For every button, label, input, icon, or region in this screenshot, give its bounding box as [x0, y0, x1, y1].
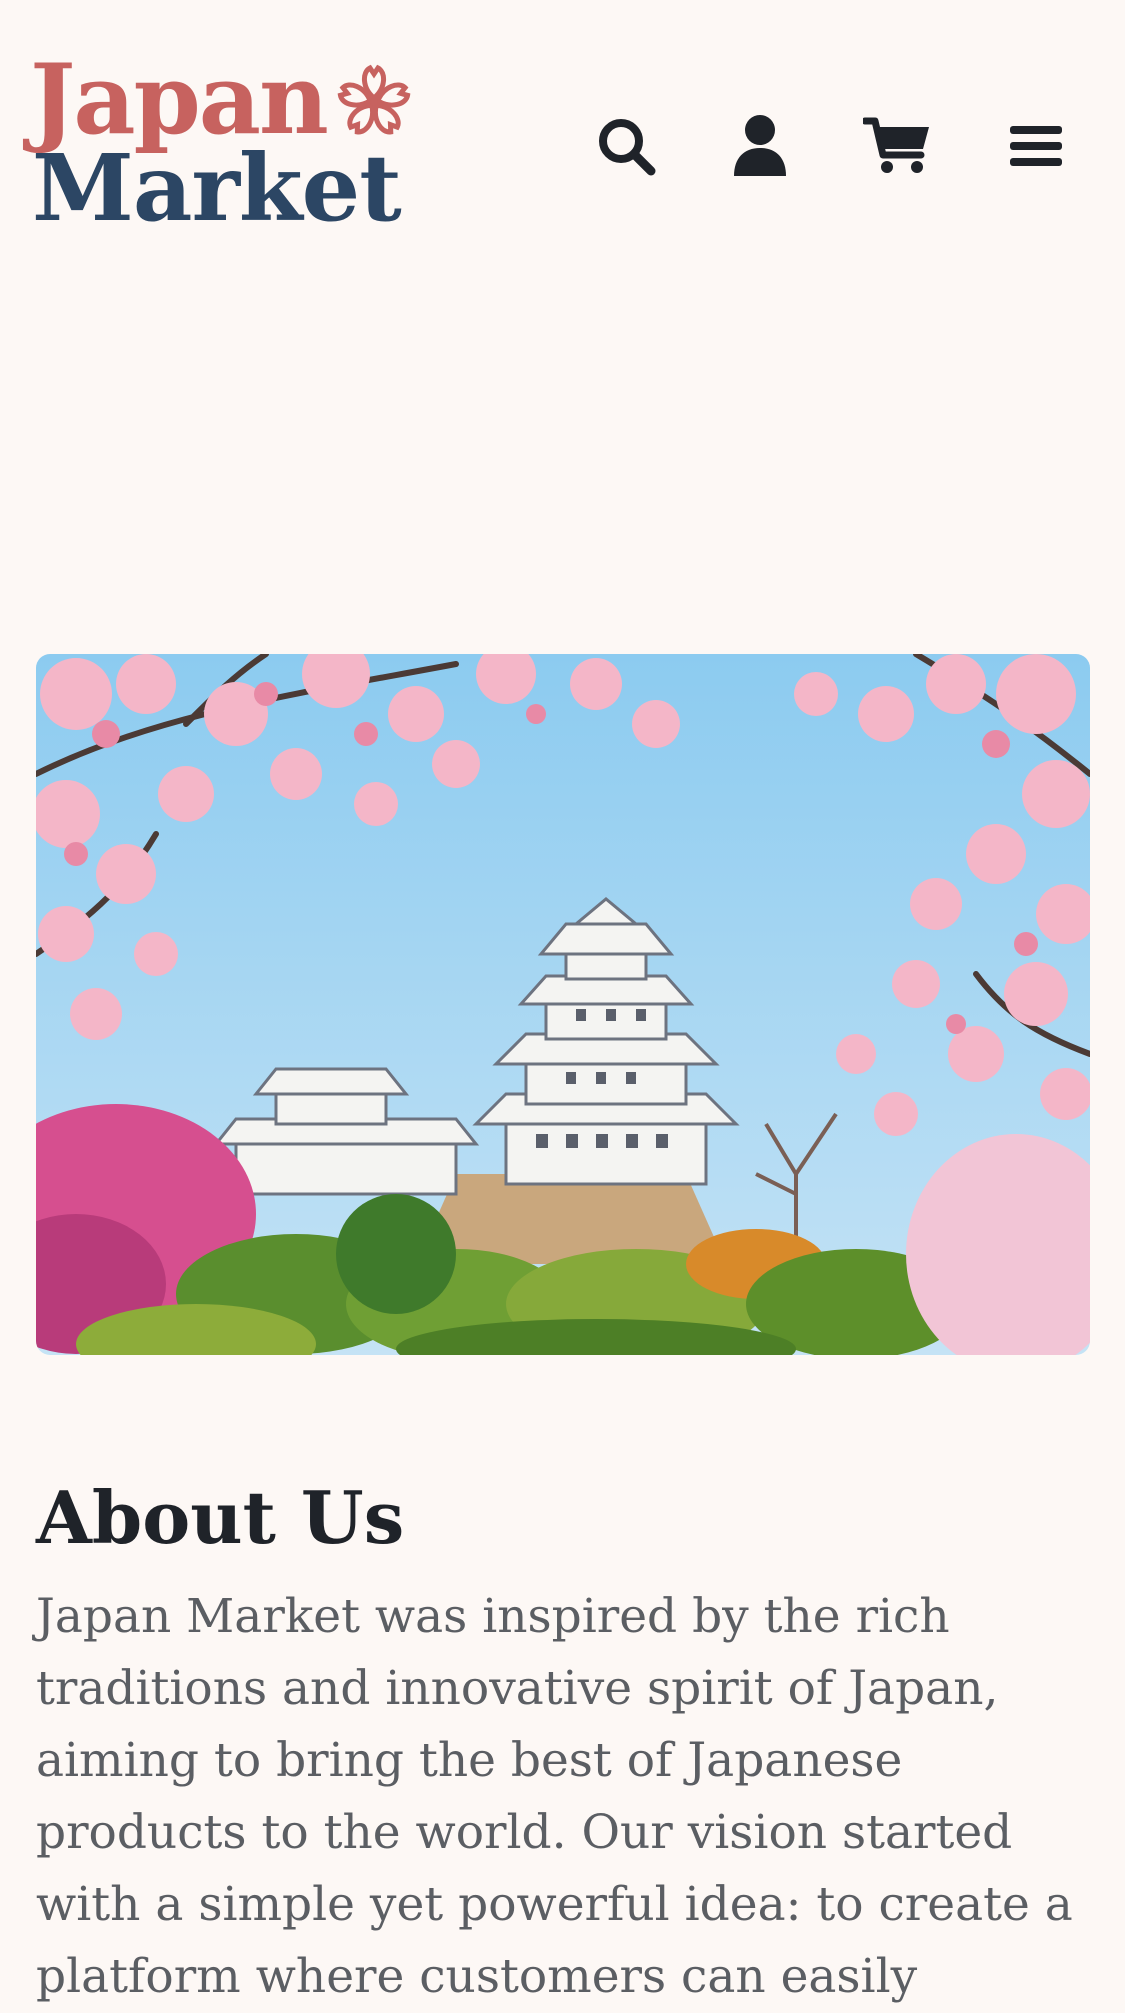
search-button[interactable]: [590, 110, 662, 182]
about-title: About Us: [36, 1475, 405, 1560]
sakura-flower-icon: [334, 64, 414, 142]
search-icon: [599, 119, 656, 176]
cart-icon: [863, 117, 929, 173]
hero-image: [36, 654, 1090, 1355]
hamburger-menu-icon: [1010, 126, 1062, 166]
menu-button[interactable]: [1000, 110, 1072, 182]
site-header: Japan Market: [0, 0, 1125, 260]
logo[interactable]: Japan Market: [30, 52, 420, 242]
about-body-text: Japan Market was inspired by the rich tr…: [36, 1589, 1073, 2004]
cart-button[interactable]: [862, 110, 934, 182]
account-button[interactable]: [724, 110, 796, 182]
user-icon: [734, 115, 786, 176]
castle-cherry-blossom-illustration: [36, 654, 1090, 1355]
logo-text-market: Market: [32, 134, 402, 242]
